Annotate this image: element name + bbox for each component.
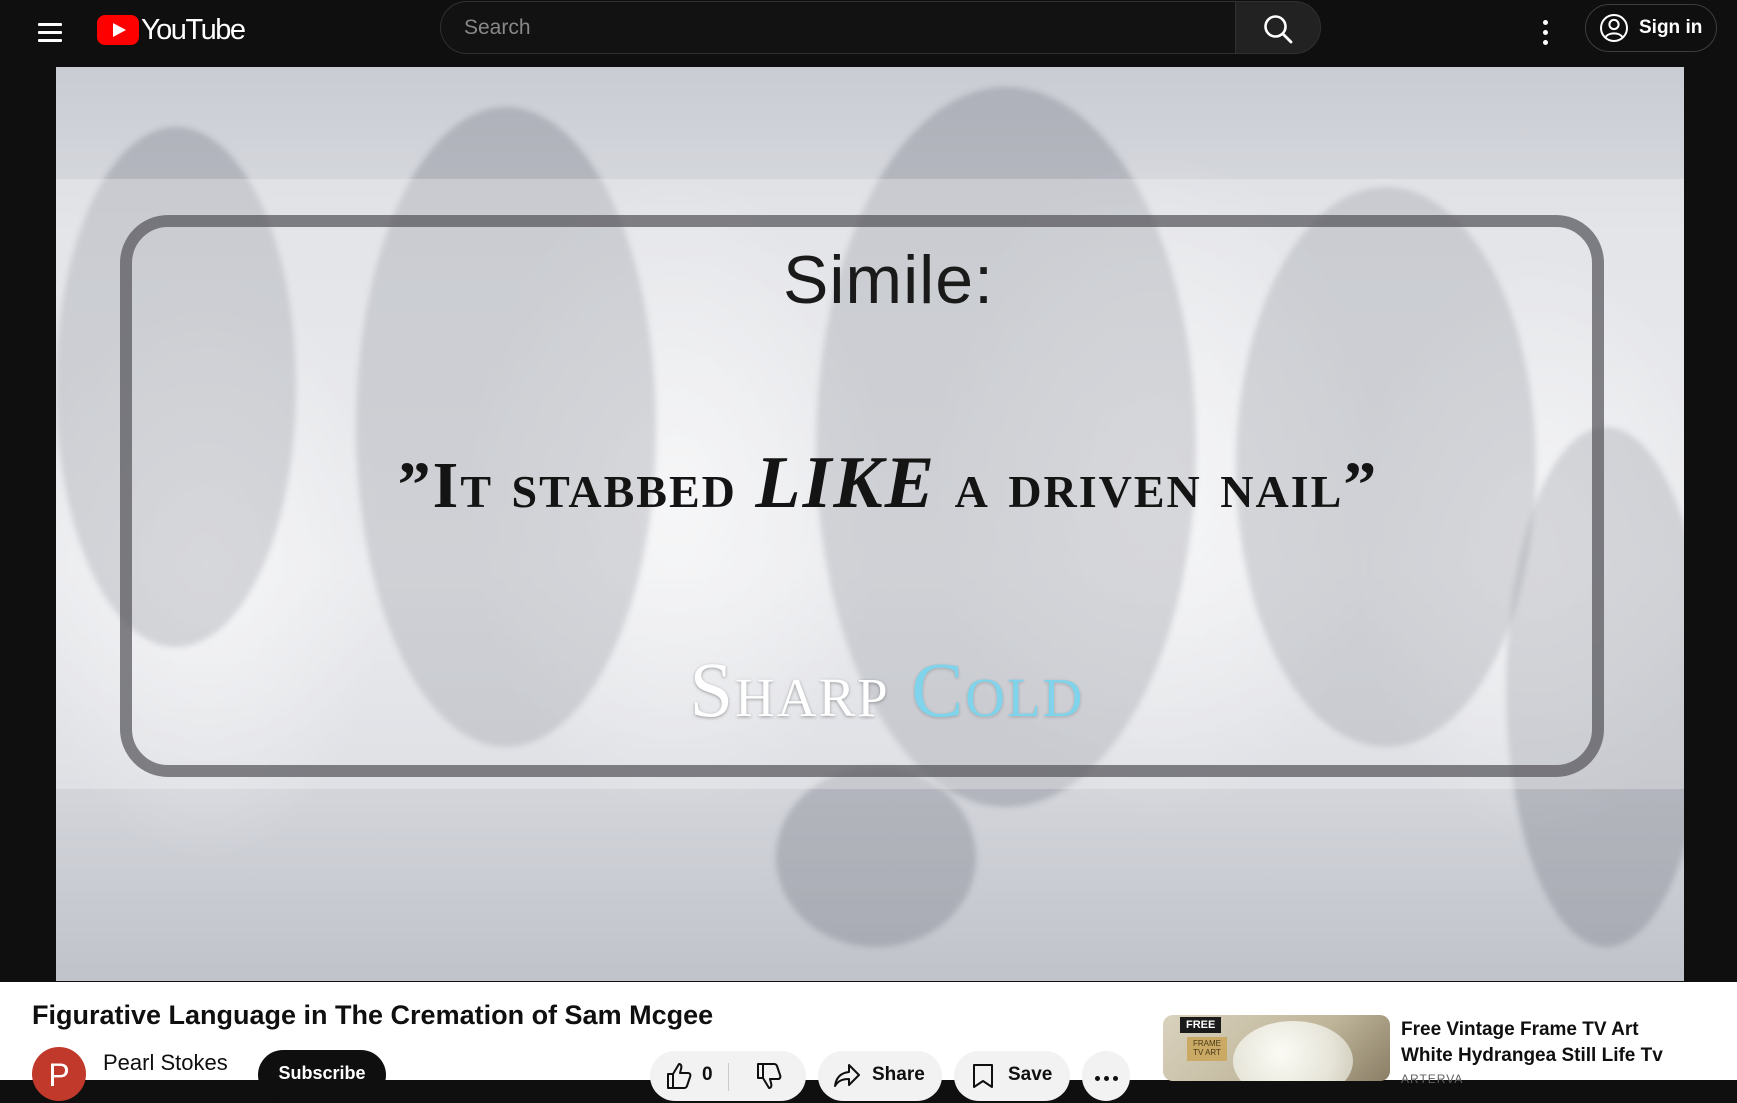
top-bar: YouTube Sign in	[0, 0, 1737, 66]
search-icon	[1264, 15, 1293, 44]
quote-end: a driven nail”	[936, 449, 1379, 522]
share-label: Share	[872, 1064, 925, 1085]
frame-tv-tag: FRAME TV ART	[1187, 1037, 1227, 1061]
thumbs-down-icon[interactable]	[754, 1061, 784, 1091]
slide-quote: ”It stabbed LIKE a driven nail”	[56, 441, 1684, 526]
like-divider	[728, 1063, 729, 1091]
subtitle-cold: Cold	[911, 646, 1085, 733]
youtube-logo[interactable]: YouTube	[97, 13, 246, 46]
ad-source: ARTERVA	[1401, 1072, 1464, 1086]
video-title: Figurative Language in The Cremation of …	[32, 1000, 714, 1030]
subscribe-button[interactable]: Subscribe	[258, 1050, 386, 1100]
youtube-play-icon	[97, 15, 139, 45]
like-count: 0	[702, 1064, 713, 1085]
video-player[interactable]: Simile: ”It stabbed LIKE a driven nail” …	[56, 67, 1684, 981]
slide-title: Simile:	[782, 242, 995, 318]
quote-start: ”It stabbed	[397, 449, 756, 522]
share-icon	[834, 1064, 860, 1087]
sign-in-button[interactable]: Sign in	[1585, 4, 1717, 52]
more-options-icon[interactable]	[1530, 12, 1560, 52]
more-actions-icon[interactable]	[1082, 1051, 1130, 1101]
share-button[interactable]: Share	[818, 1051, 942, 1101]
ad-thumbnail[interactable]: FREE FRAME TV ART	[1163, 1015, 1390, 1081]
video-details: Figurative Language in The Cremation of …	[0, 982, 1737, 1101]
search-box	[440, 1, 1235, 54]
menu-icon[interactable]	[30, 13, 70, 53]
search-input[interactable]	[462, 15, 1206, 41]
hydrangea-image	[1233, 1021, 1353, 1081]
search-button[interactable]	[1235, 1, 1321, 54]
like-dislike-group: 0	[650, 1051, 806, 1101]
account-icon	[1600, 14, 1628, 42]
sign-in-label: Sign in	[1639, 17, 1703, 38]
save-button[interactable]: Save	[954, 1051, 1070, 1101]
channel-name[interactable]: Pearl Stokes	[103, 1050, 228, 1076]
thumbs-up-icon[interactable]	[664, 1061, 694, 1091]
channel-avatar[interactable]: P	[32, 1047, 86, 1101]
quote-like: LIKE	[755, 442, 937, 524]
logo-text: YouTube	[141, 13, 246, 46]
slide-subtitle: Sharp Cold	[56, 645, 1684, 735]
free-badge: FREE	[1180, 1017, 1222, 1033]
save-icon	[973, 1064, 993, 1088]
subtitle-sharp: Sharp	[689, 646, 912, 733]
save-label: Save	[1008, 1064, 1053, 1085]
